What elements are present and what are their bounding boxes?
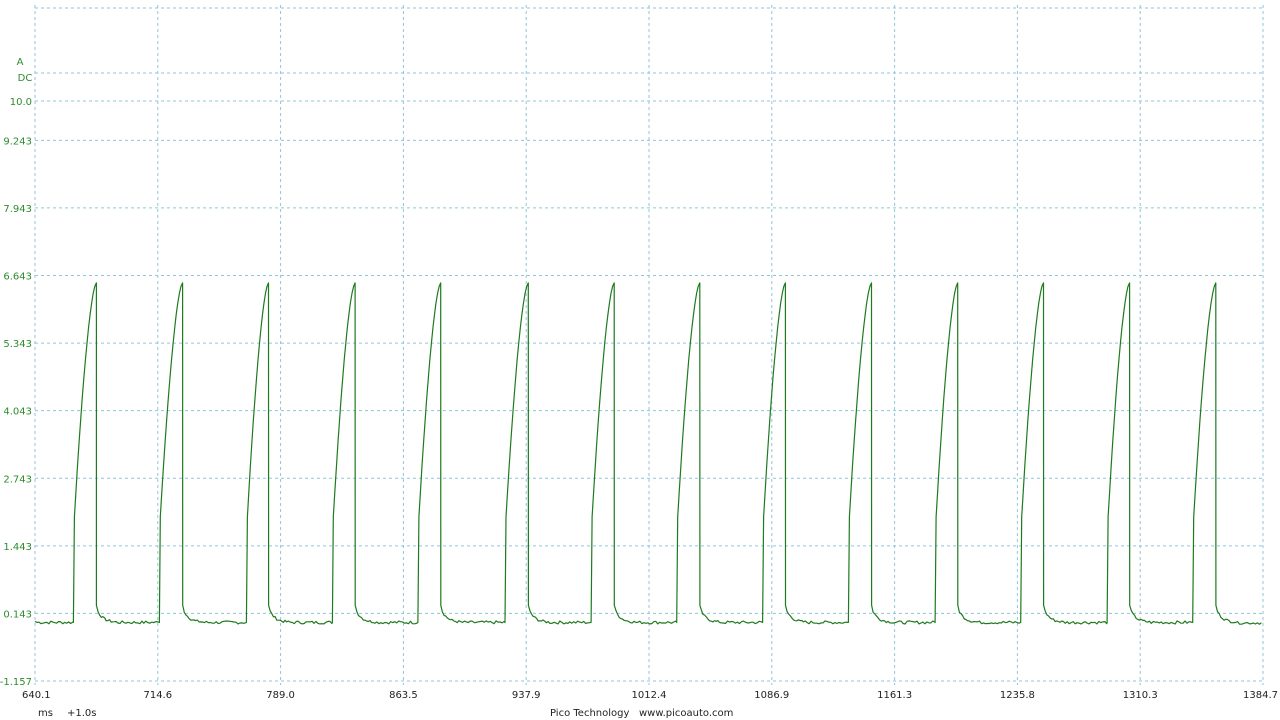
y-tick-label: 4.043 — [3, 407, 32, 418]
x-tick-label: 937.9 — [512, 690, 541, 701]
x-tick-label: 1235.8 — [1000, 690, 1035, 701]
x-tick-label: 1086.9 — [754, 690, 789, 701]
y-tick-label: 2.743 — [3, 474, 32, 485]
y-axis-labels: 10.0 9.243 7.943 6.643 5.343 4.043 2.743 1.443 0… — [0, 97, 32, 688]
x-tick-label: 1384.7 — [1243, 690, 1278, 701]
y-tick-label: 9.243 — [3, 136, 32, 147]
y-tick-label: 10.0 — [10, 97, 32, 108]
y-tick-label: 1.443 — [3, 542, 32, 553]
x-tick-label: 1012.4 — [632, 690, 667, 701]
x-tick-label: 863.5 — [389, 690, 418, 701]
footer-company: Pico Technology — [550, 708, 629, 719]
y-tick-label: 5.343 — [3, 339, 32, 350]
y-tick-label: 0.143 — [3, 609, 32, 620]
x-axis-labels: 640.1 714.6 789.0 863.5 937.9 1012.4 1086.9 116… — [22, 690, 1278, 701]
x-unit-label: ms — [38, 708, 53, 719]
x-tick-label: 640.1 — [22, 690, 51, 701]
coupling-label: DC — [18, 73, 33, 84]
y-tick-label: 7.943 — [3, 204, 32, 215]
y-tick-label: 6.643 — [3, 272, 32, 283]
x-offset-label: +1.0s — [67, 708, 97, 719]
x-tick-label: 789.0 — [266, 690, 295, 701]
x-tick-label: 714.6 — [143, 690, 172, 701]
footer-website: www.picoauto.com — [639, 708, 733, 719]
x-tick-label: 1161.3 — [877, 690, 912, 701]
scope-chart: 10.0 9.243 7.943 6.643 5.343 4.043 2.743 1.443 0… — [0, 5, 1278, 719]
x-tick-label: 1310.3 — [1123, 690, 1158, 701]
y-unit-label: A — [17, 57, 24, 68]
y-tick-label: -1.157 — [0, 677, 32, 688]
